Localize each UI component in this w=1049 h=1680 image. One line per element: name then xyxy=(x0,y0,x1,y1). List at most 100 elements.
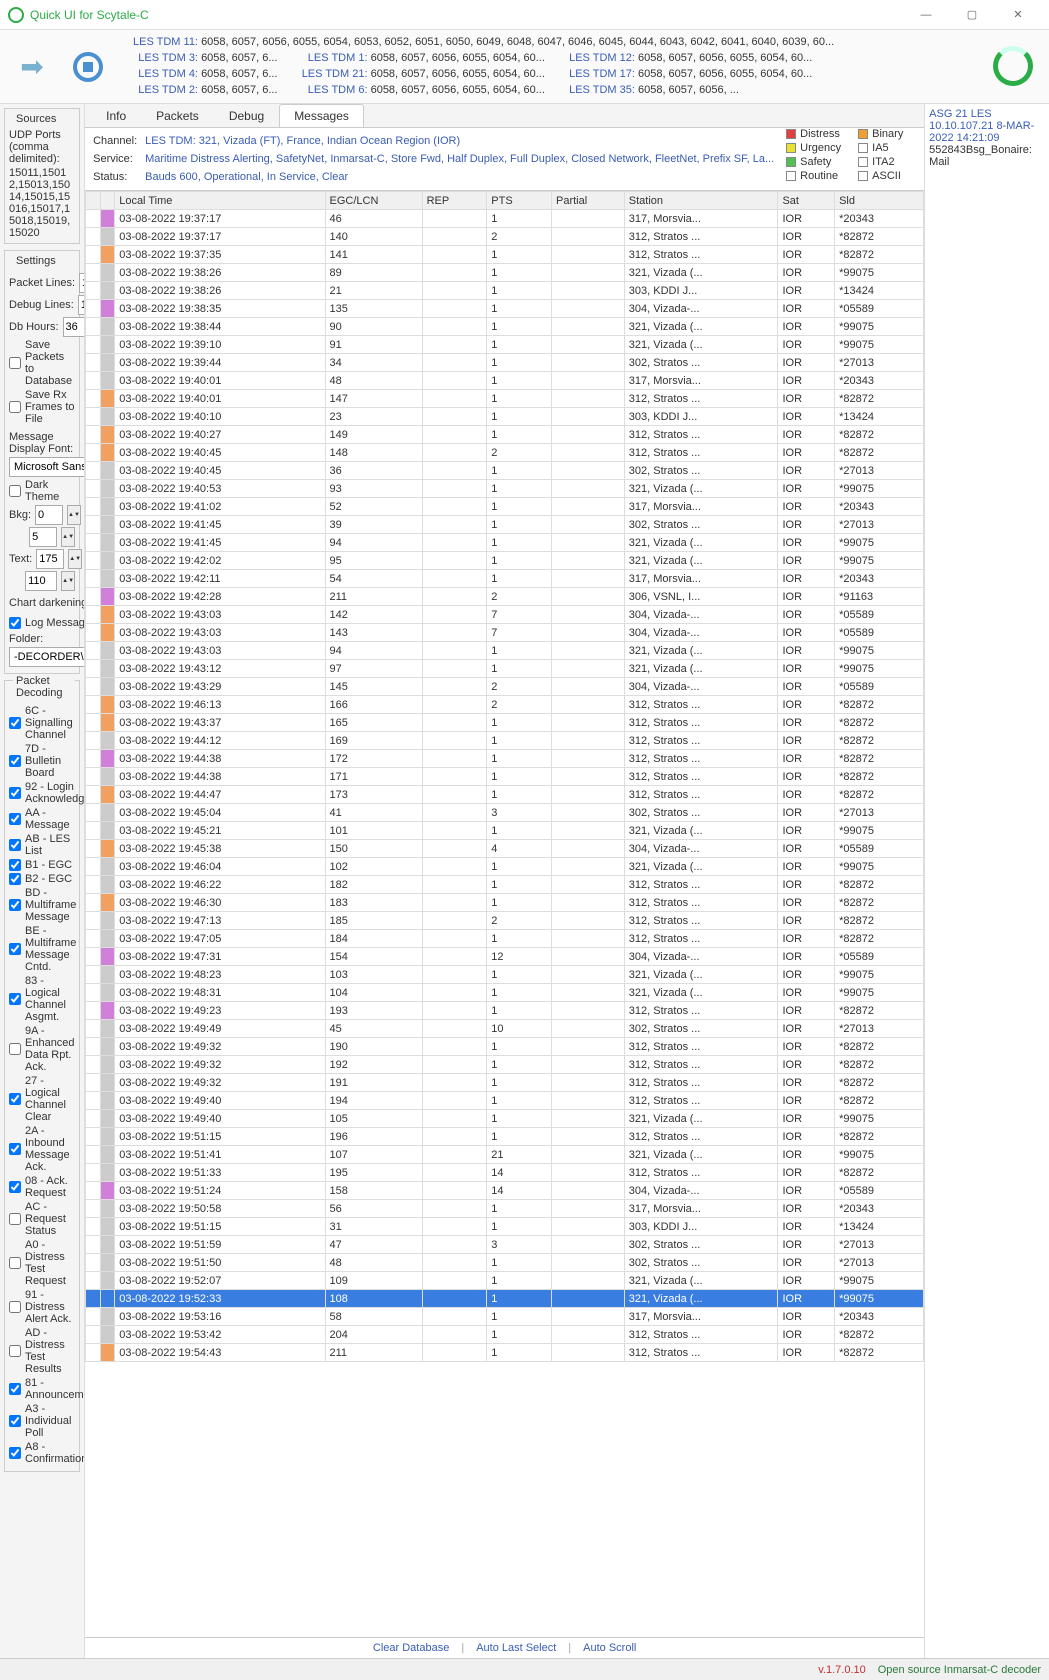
table-row[interactable]: 03-08-2022 19:51:151961312, Stratos ...I… xyxy=(86,1128,924,1146)
table-row[interactable]: 03-08-2022 19:51:15311303, KDDI J...IOR*… xyxy=(86,1218,924,1236)
table-row[interactable]: 03-08-2022 19:40:45361302, Stratos ...IO… xyxy=(86,462,924,480)
decoding-check[interactable]: 91 - Distress Alert Ack. xyxy=(9,1289,75,1325)
log-messages-check[interactable]: Log Messages xyxy=(9,617,85,629)
table-row[interactable]: 03-08-2022 19:44:381711312, Stratos ...I… xyxy=(86,768,924,786)
decoding-check[interactable]: B2 - EGC xyxy=(9,873,75,885)
tab-debug[interactable]: Debug xyxy=(214,104,279,127)
table-row[interactable]: 03-08-2022 19:45:381504304, Vizada-...IO… xyxy=(86,840,924,858)
decoding-check[interactable]: AB - LES List xyxy=(9,833,75,857)
column-header[interactable] xyxy=(100,192,115,210)
decoding-check[interactable]: 9A - Enhanced Data Rpt. Ack. xyxy=(9,1025,75,1073)
forward-icon[interactable]: ➡ xyxy=(8,43,56,91)
decoding-check[interactable]: 2A - Inbound Message Ack. xyxy=(9,1125,75,1173)
table-row[interactable]: 03-08-2022 19:51:4110721321, Vizada (...… xyxy=(86,1146,924,1164)
stop-icon[interactable] xyxy=(64,43,112,91)
table-row[interactable]: 03-08-2022 19:49:231931312, Stratos ...I… xyxy=(86,1002,924,1020)
table-row[interactable]: 03-08-2022 19:49:321901312, Stratos ...I… xyxy=(86,1038,924,1056)
save-packets-check[interactable]: Save Packets to Database xyxy=(9,339,75,387)
table-row[interactable]: 03-08-2022 19:37:171402312, Stratos ...I… xyxy=(86,228,924,246)
table-row[interactable]: 03-08-2022 19:40:10231303, KDDI J...IOR*… xyxy=(86,408,924,426)
column-header[interactable]: Partial xyxy=(551,192,624,210)
decoding-check[interactable]: A0 - Distress Test Request xyxy=(9,1239,75,1287)
decoding-check[interactable]: AD - Distress Test Results xyxy=(9,1327,75,1375)
column-header[interactable]: PTS xyxy=(487,192,552,210)
table-row[interactable]: 03-08-2022 19:37:17461317, Morsvia...IOR… xyxy=(86,210,924,228)
decoding-check[interactable]: BD - Multiframe Message xyxy=(9,887,75,923)
table-row[interactable]: 03-08-2022 19:52:331081321, Vizada (...I… xyxy=(86,1290,924,1308)
table-row[interactable]: 03-08-2022 19:41:45941321, Vizada (...IO… xyxy=(86,534,924,552)
table-row[interactable]: 03-08-2022 19:42:11541317, Morsvia...IOR… xyxy=(86,570,924,588)
table-row[interactable]: 03-08-2022 19:49:494510302, Stratos ...I… xyxy=(86,1020,924,1038)
table-row[interactable]: 03-08-2022 19:50:58561317, Morsvia...IOR… xyxy=(86,1200,924,1218)
decoding-check[interactable]: AC - Request Status xyxy=(9,1201,75,1237)
table-row[interactable]: 03-08-2022 19:54:432111312, Stratos ...I… xyxy=(86,1344,924,1362)
table-row[interactable]: 03-08-2022 19:49:401051321, Vizada (...I… xyxy=(86,1110,924,1128)
decoding-check[interactable]: 83 - Logical Channel Asgmt. xyxy=(9,975,75,1023)
table-row[interactable]: 03-08-2022 19:47:051841312, Stratos ...I… xyxy=(86,930,924,948)
decoding-check[interactable]: 81 - Announcement xyxy=(9,1377,75,1401)
table-row[interactable]: 03-08-2022 19:43:291452304, Vizada-...IO… xyxy=(86,678,924,696)
column-header[interactable]: EGC/LCN xyxy=(325,192,422,210)
table-row[interactable]: 03-08-2022 19:53:422041312, Stratos ...I… xyxy=(86,1326,924,1344)
table-row[interactable]: 03-08-2022 19:43:12971321, Vizada (...IO… xyxy=(86,660,924,678)
table-row[interactable]: 03-08-2022 19:46:221821312, Stratos ...I… xyxy=(86,876,924,894)
table-row[interactable]: 03-08-2022 19:41:02521317, Morsvia...IOR… xyxy=(86,498,924,516)
table-row[interactable]: 03-08-2022 19:38:26891321, Vizada (...IO… xyxy=(86,264,924,282)
table-row[interactable]: 03-08-2022 19:42:02951321, Vizada (...IO… xyxy=(86,552,924,570)
table-row[interactable]: 03-08-2022 19:48:231031321, Vizada (...I… xyxy=(86,966,924,984)
column-header[interactable]: Sld xyxy=(835,192,924,210)
dark-theme-check[interactable]: Dark Theme xyxy=(9,479,75,503)
column-header[interactable]: Station xyxy=(624,192,778,210)
table-row[interactable]: 03-08-2022 19:46:131662312, Stratos ...I… xyxy=(86,696,924,714)
decoding-check[interactable]: AA - Message xyxy=(9,807,75,831)
table-row[interactable]: 03-08-2022 19:45:04413302, Stratos ...IO… xyxy=(86,804,924,822)
table-row[interactable]: 03-08-2022 19:45:211011321, Vizada (...I… xyxy=(86,822,924,840)
table-row[interactable]: 03-08-2022 19:38:26211303, KDDI J...IOR*… xyxy=(86,282,924,300)
tab-messages[interactable]: Messages xyxy=(279,104,364,127)
save-rx-check[interactable]: Save Rx Frames to File xyxy=(9,389,75,425)
decoding-check[interactable]: 27 - Logical Channel Clear xyxy=(9,1075,75,1123)
table-row[interactable]: 03-08-2022 19:51:59473302, Stratos ...IO… xyxy=(86,1236,924,1254)
table-row[interactable]: 03-08-2022 19:46:301831312, Stratos ...I… xyxy=(86,894,924,912)
messages-table-container[interactable]: Local TimeEGC/LCNREPPTSPartialStationSat… xyxy=(85,190,924,1637)
column-header[interactable]: REP xyxy=(422,192,487,210)
table-row[interactable]: 03-08-2022 19:41:45391302, Stratos ...IO… xyxy=(86,516,924,534)
table-row[interactable]: 03-08-2022 19:40:01481317, Morsvia...IOR… xyxy=(86,372,924,390)
folder-field[interactable] xyxy=(9,647,85,667)
table-row[interactable]: 03-08-2022 19:48:311041321, Vizada (...I… xyxy=(86,984,924,1002)
table-row[interactable]: 03-08-2022 19:43:371651312, Stratos ...I… xyxy=(86,714,924,732)
table-row[interactable]: 03-08-2022 19:37:351411312, Stratos ...I… xyxy=(86,246,924,264)
decoding-check[interactable]: 7D - Bulletin Board xyxy=(9,743,75,779)
table-row[interactable]: 03-08-2022 19:43:031427304, Vizada-...IO… xyxy=(86,606,924,624)
decoding-check[interactable]: 92 - Login Acknowledgement xyxy=(9,781,75,805)
table-row[interactable]: 03-08-2022 19:39:10911321, Vizada (...IO… xyxy=(86,336,924,354)
table-row[interactable]: 03-08-2022 19:49:321921312, Stratos ...I… xyxy=(86,1056,924,1074)
table-row[interactable]: 03-08-2022 19:53:16581317, Morsvia...IOR… xyxy=(86,1308,924,1326)
close-button[interactable]: ✕ xyxy=(995,0,1041,30)
font-field[interactable] xyxy=(9,457,85,477)
decoding-check[interactable]: B1 - EGC xyxy=(9,859,75,871)
table-row[interactable]: 03-08-2022 19:47:3115412304, Vizada-...I… xyxy=(86,948,924,966)
decoding-check[interactable]: A8 - Confirmation xyxy=(9,1441,75,1465)
maximize-button[interactable]: ▢ xyxy=(949,0,995,30)
tab-packets[interactable]: Packets xyxy=(141,104,214,127)
table-row[interactable]: 03-08-2022 19:39:44341302, Stratos ...IO… xyxy=(86,354,924,372)
column-header[interactable]: Local Time xyxy=(115,192,325,210)
table-row[interactable]: 03-08-2022 19:49:401941312, Stratos ...I… xyxy=(86,1092,924,1110)
table-row[interactable]: 03-08-2022 19:40:451482312, Stratos ...I… xyxy=(86,444,924,462)
table-row[interactable]: 03-08-2022 19:52:071091321, Vizada (...I… xyxy=(86,1272,924,1290)
footer-action[interactable]: Auto Last Select xyxy=(476,1642,556,1654)
column-header[interactable] xyxy=(86,192,101,210)
table-row[interactable]: 03-08-2022 19:38:44901321, Vizada (...IO… xyxy=(86,318,924,336)
table-row[interactable]: 03-08-2022 19:38:351351304, Vizada-...IO… xyxy=(86,300,924,318)
table-row[interactable]: 03-08-2022 19:40:53931321, Vizada (...IO… xyxy=(86,480,924,498)
minimize-button[interactable]: — xyxy=(903,0,949,30)
tab-info[interactable]: Info xyxy=(91,104,141,127)
decoding-check[interactable]: A3 - Individual Poll xyxy=(9,1403,75,1439)
table-row[interactable]: 03-08-2022 19:43:031437304, Vizada-...IO… xyxy=(86,624,924,642)
table-row[interactable]: 03-08-2022 19:44:121691312, Stratos ...I… xyxy=(86,732,924,750)
column-header[interactable]: Sat xyxy=(778,192,835,210)
table-row[interactable]: 03-08-2022 19:42:282112306, VSNL, I...IO… xyxy=(86,588,924,606)
footer-action[interactable]: Auto Scroll xyxy=(583,1642,636,1654)
table-row[interactable]: 03-08-2022 19:51:50481302, Stratos ...IO… xyxy=(86,1254,924,1272)
